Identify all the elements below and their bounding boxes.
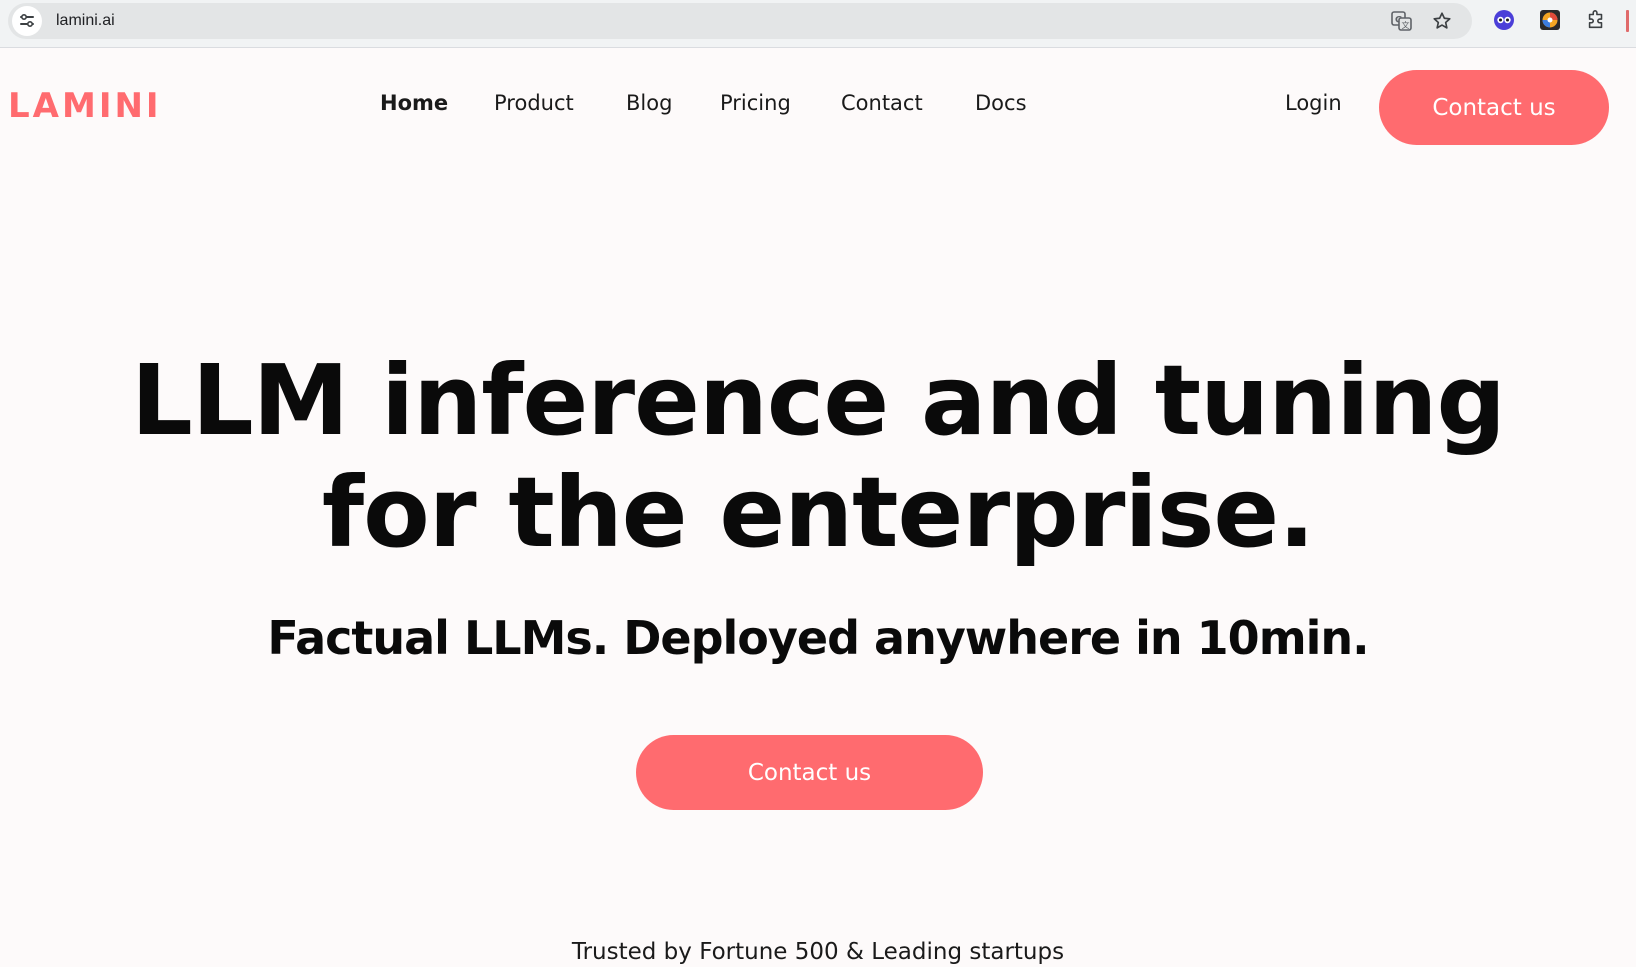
hero-title-line-2: for the enterprise. [321, 456, 1315, 569]
window-edge-indicator [1626, 10, 1629, 32]
hero-title-line-1: LLM inference and tuning [131, 344, 1506, 457]
nav-link-blog[interactable]: Blog [626, 88, 672, 118]
browser-toolbar: lamini.ai G 文 [0, 0, 1636, 48]
url-text[interactable]: lamini.ai [56, 3, 115, 39]
lamini-logo[interactable]: LAMINI [8, 86, 162, 126]
site-info-icon[interactable] [12, 6, 42, 36]
extension-owl-icon[interactable] [1492, 8, 1516, 32]
svg-text:文: 文 [1402, 20, 1410, 30]
extensions-puzzle-icon[interactable] [1584, 8, 1608, 32]
hero-subtitle: Factual LLMs. Deployed anywhere in 10min… [267, 611, 1369, 665]
hero-title: LLM inference and tuning for the enterpr… [118, 345, 1518, 569]
nav-link-pricing[interactable]: Pricing [720, 88, 791, 118]
nav-link-docs[interactable]: Docs [975, 88, 1027, 118]
nav-link-contact[interactable]: Contact [841, 88, 923, 118]
nav-link-product[interactable]: Product [494, 88, 574, 118]
nav-link-home[interactable]: Home [380, 88, 448, 118]
translate-icon[interactable]: G 文 [1390, 9, 1414, 33]
trusted-by-text: Trusted by Fortune 500 & Leading startup… [571, 939, 1065, 965]
bookmark-star-icon[interactable] [1430, 9, 1454, 33]
login-link[interactable]: Login [1285, 88, 1342, 118]
address-bar[interactable]: lamini.ai G 文 [8, 3, 1472, 39]
header-contact-us-button[interactable]: Contact us [1379, 70, 1609, 145]
hero-contact-us-button[interactable]: Contact us [636, 735, 983, 810]
extension-colorful-icon[interactable] [1538, 8, 1562, 32]
